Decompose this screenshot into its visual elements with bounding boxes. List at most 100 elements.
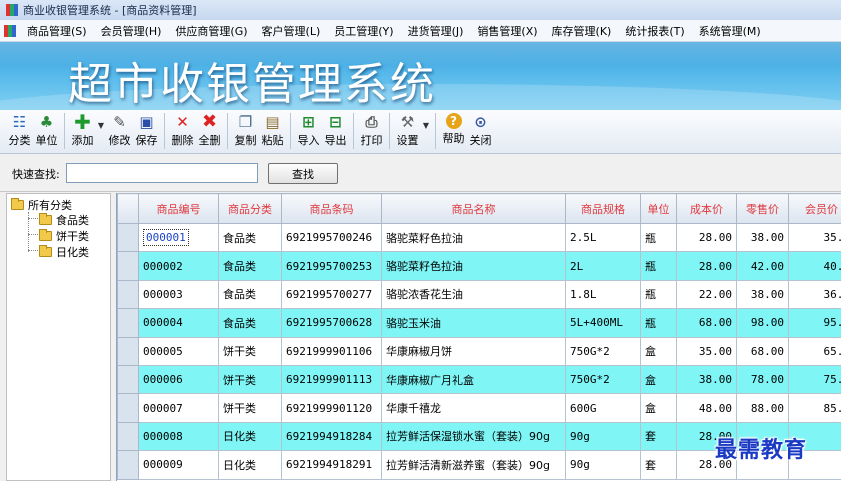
- help-button[interactable]: ? 帮助: [440, 113, 467, 146]
- table-cell[interactable]: 6921995700253: [281, 251, 382, 281]
- table-row[interactable]: 000007 饼干类 6921999901120 华康千禧龙 600G 盒 48…: [117, 393, 841, 423]
- table-row[interactable]: 000006 饼干类 6921999901113 华康麻椒广月礼盒 750G*2…: [117, 364, 841, 395]
- table-cell[interactable]: 28.00: [676, 251, 737, 281]
- tree-node-daily-chemicals[interactable]: 日化类: [39, 244, 89, 260]
- table-cell[interactable]: 食品类: [218, 222, 282, 253]
- table-cell[interactable]: 38.00: [736, 279, 789, 310]
- table-cell[interactable]: 骆驼菜籽色拉油: [381, 222, 566, 253]
- classify-button[interactable]: ☷ 分类: [6, 113, 33, 148]
- table-cell[interactable]: 78.00: [736, 364, 789, 395]
- table-cell[interactable]: 85.0: [788, 393, 841, 423]
- column-header[interactable]: 商品分类: [218, 193, 282, 224]
- menu-app-icon[interactable]: [4, 24, 16, 37]
- tree-node-root[interactable]: 所有分类: [11, 197, 72, 213]
- add-dropdown-arrow-icon[interactable]: ▼: [96, 121, 106, 130]
- row-indicator[interactable]: [117, 251, 139, 281]
- table-cell[interactable]: 华康麻椒广月礼盒: [381, 364, 566, 395]
- table-cell[interactable]: 38.00: [676, 364, 737, 395]
- table-cell[interactable]: 骆驼浓香花生油: [381, 279, 566, 310]
- print-button[interactable]: ⎙ 打印: [358, 113, 385, 148]
- close-button[interactable]: ⊙ 关闭: [467, 113, 494, 148]
- row-indicator[interactable]: [117, 450, 139, 480]
- table-cell[interactable]: 6921994918291: [281, 450, 382, 480]
- table-cell[interactable]: 75.0: [788, 364, 841, 395]
- table-cell[interactable]: 6921995700628: [281, 308, 382, 338]
- table-cell[interactable]: 日化类: [218, 421, 282, 452]
- menu-item-sales[interactable]: 销售管理(X): [470, 23, 544, 39]
- column-header[interactable]: 商品名称: [381, 193, 566, 224]
- table-cell[interactable]: 35.0: [788, 222, 841, 253]
- table-cell[interactable]: 68.00: [736, 336, 789, 366]
- table-cell[interactable]: 28.00: [676, 222, 737, 253]
- export-button[interactable]: ⊟ 导出: [322, 113, 349, 148]
- row-indicator[interactable]: [117, 336, 139, 366]
- row-indicator[interactable]: [117, 421, 139, 452]
- menu-item-reports[interactable]: 统计报表(T): [618, 23, 691, 39]
- unit-button[interactable]: ♣ 单位: [33, 113, 60, 148]
- table-cell[interactable]: 华康麻椒月饼: [381, 336, 566, 366]
- table-cell[interactable]: 盒: [640, 393, 677, 423]
- settings-dropdown-arrow-icon[interactable]: ▼: [421, 121, 431, 130]
- row-indicator[interactable]: [117, 364, 139, 395]
- tree-node-biscuits[interactable]: 饼干类: [39, 228, 89, 244]
- row-indicator[interactable]: [117, 393, 139, 423]
- delete-button[interactable]: ✕ 删除: [169, 113, 196, 148]
- table-cell[interactable]: 35.00: [676, 336, 737, 366]
- table-cell[interactable]: 6921995700277: [281, 279, 382, 310]
- column-header[interactable]: 商品规格: [565, 193, 641, 224]
- table-cell[interactable]: 饼干类: [218, 364, 282, 395]
- table-cell[interactable]: 6921999901106: [281, 336, 382, 366]
- paste-button[interactable]: ▤ 粘贴: [259, 113, 286, 148]
- table-cell[interactable]: 65.0: [788, 336, 841, 366]
- column-header[interactable]: 零售价: [736, 193, 789, 224]
- menu-item-employees[interactable]: 员工管理(Y): [327, 23, 400, 39]
- save-button[interactable]: ▣ 保存: [133, 113, 160, 148]
- table-cell[interactable]: 瓶: [640, 308, 677, 338]
- table-cell[interactable]: 90g: [565, 450, 641, 480]
- table-cell[interactable]: 000005: [138, 336, 219, 366]
- table-cell[interactable]: 000008: [138, 421, 219, 452]
- table-cell[interactable]: 000006: [138, 364, 219, 395]
- table-row[interactable]: 000005 饼干类 6921999901106 华康麻椒月饼 750G*2 盒…: [117, 336, 841, 366]
- tree-node-food[interactable]: 食品类: [39, 212, 89, 228]
- table-cell[interactable]: 拉芳鲜活保湿锁水蜜（套装）90g: [381, 421, 566, 452]
- table-cell[interactable]: 瓶: [640, 279, 677, 310]
- row-indicator[interactable]: [117, 308, 139, 338]
- table-cell[interactable]: 750G*2: [565, 364, 641, 395]
- column-header[interactable]: 单位: [640, 193, 677, 224]
- table-cell[interactable]: 瓶: [640, 222, 677, 253]
- table-cell[interactable]: 5L+400ML: [565, 308, 641, 338]
- table-cell[interactable]: 6921999901113: [281, 364, 382, 395]
- table-cell[interactable]: 95.0: [788, 308, 841, 338]
- table-cell[interactable]: 48.00: [676, 393, 737, 423]
- table-cell[interactable]: 饼干类: [218, 393, 282, 423]
- table-cell[interactable]: 套: [640, 450, 677, 480]
- row-indicator[interactable]: [117, 279, 139, 310]
- menu-item-goods[interactable]: 商品管理(S): [20, 23, 94, 39]
- table-cell[interactable]: 6921994918284: [281, 421, 382, 452]
- table-cell[interactable]: 68.00: [676, 308, 737, 338]
- table-cell[interactable]: 食品类: [218, 308, 282, 338]
- column-header[interactable]: 会员价: [788, 193, 841, 224]
- table-cell[interactable]: 2L: [565, 251, 641, 281]
- table-cell[interactable]: 饼干类: [218, 336, 282, 366]
- row-indicator[interactable]: [117, 222, 139, 253]
- menu-item-customers[interactable]: 客户管理(L): [255, 23, 328, 39]
- table-cell[interactable]: 套: [640, 421, 677, 452]
- table-cell[interactable]: 盒: [640, 364, 677, 395]
- table-row[interactable]: 000003 食品类 6921995700277 骆驼浓香花生油 1.8L 瓶 …: [117, 279, 841, 310]
- column-header[interactable]: 商品条码: [281, 193, 382, 224]
- menu-item-suppliers[interactable]: 供应商管理(G): [168, 23, 254, 39]
- copy-button[interactable]: ❐ 复制: [232, 113, 259, 148]
- table-cell[interactable]: 40.0: [788, 251, 841, 281]
- table-cell[interactable]: 骆驼菜籽色拉油: [381, 251, 566, 281]
- add-button[interactable]: ✚ 添加: [69, 112, 96, 148]
- delete-all-button[interactable]: ✖ 全删: [196, 113, 223, 148]
- menu-item-purchasing[interactable]: 进货管理(J): [401, 23, 471, 39]
- table-cell[interactable]: 000001: [138, 222, 219, 253]
- search-button[interactable]: 查找: [268, 163, 338, 184]
- table-cell[interactable]: 000004: [138, 308, 219, 338]
- table-row[interactable]: 000001 食品类 6921995700246 骆驼菜籽色拉油 2.5L 瓶 …: [117, 222, 841, 253]
- table-cell[interactable]: 000002: [138, 251, 219, 281]
- table-cell[interactable]: 食品类: [218, 279, 282, 310]
